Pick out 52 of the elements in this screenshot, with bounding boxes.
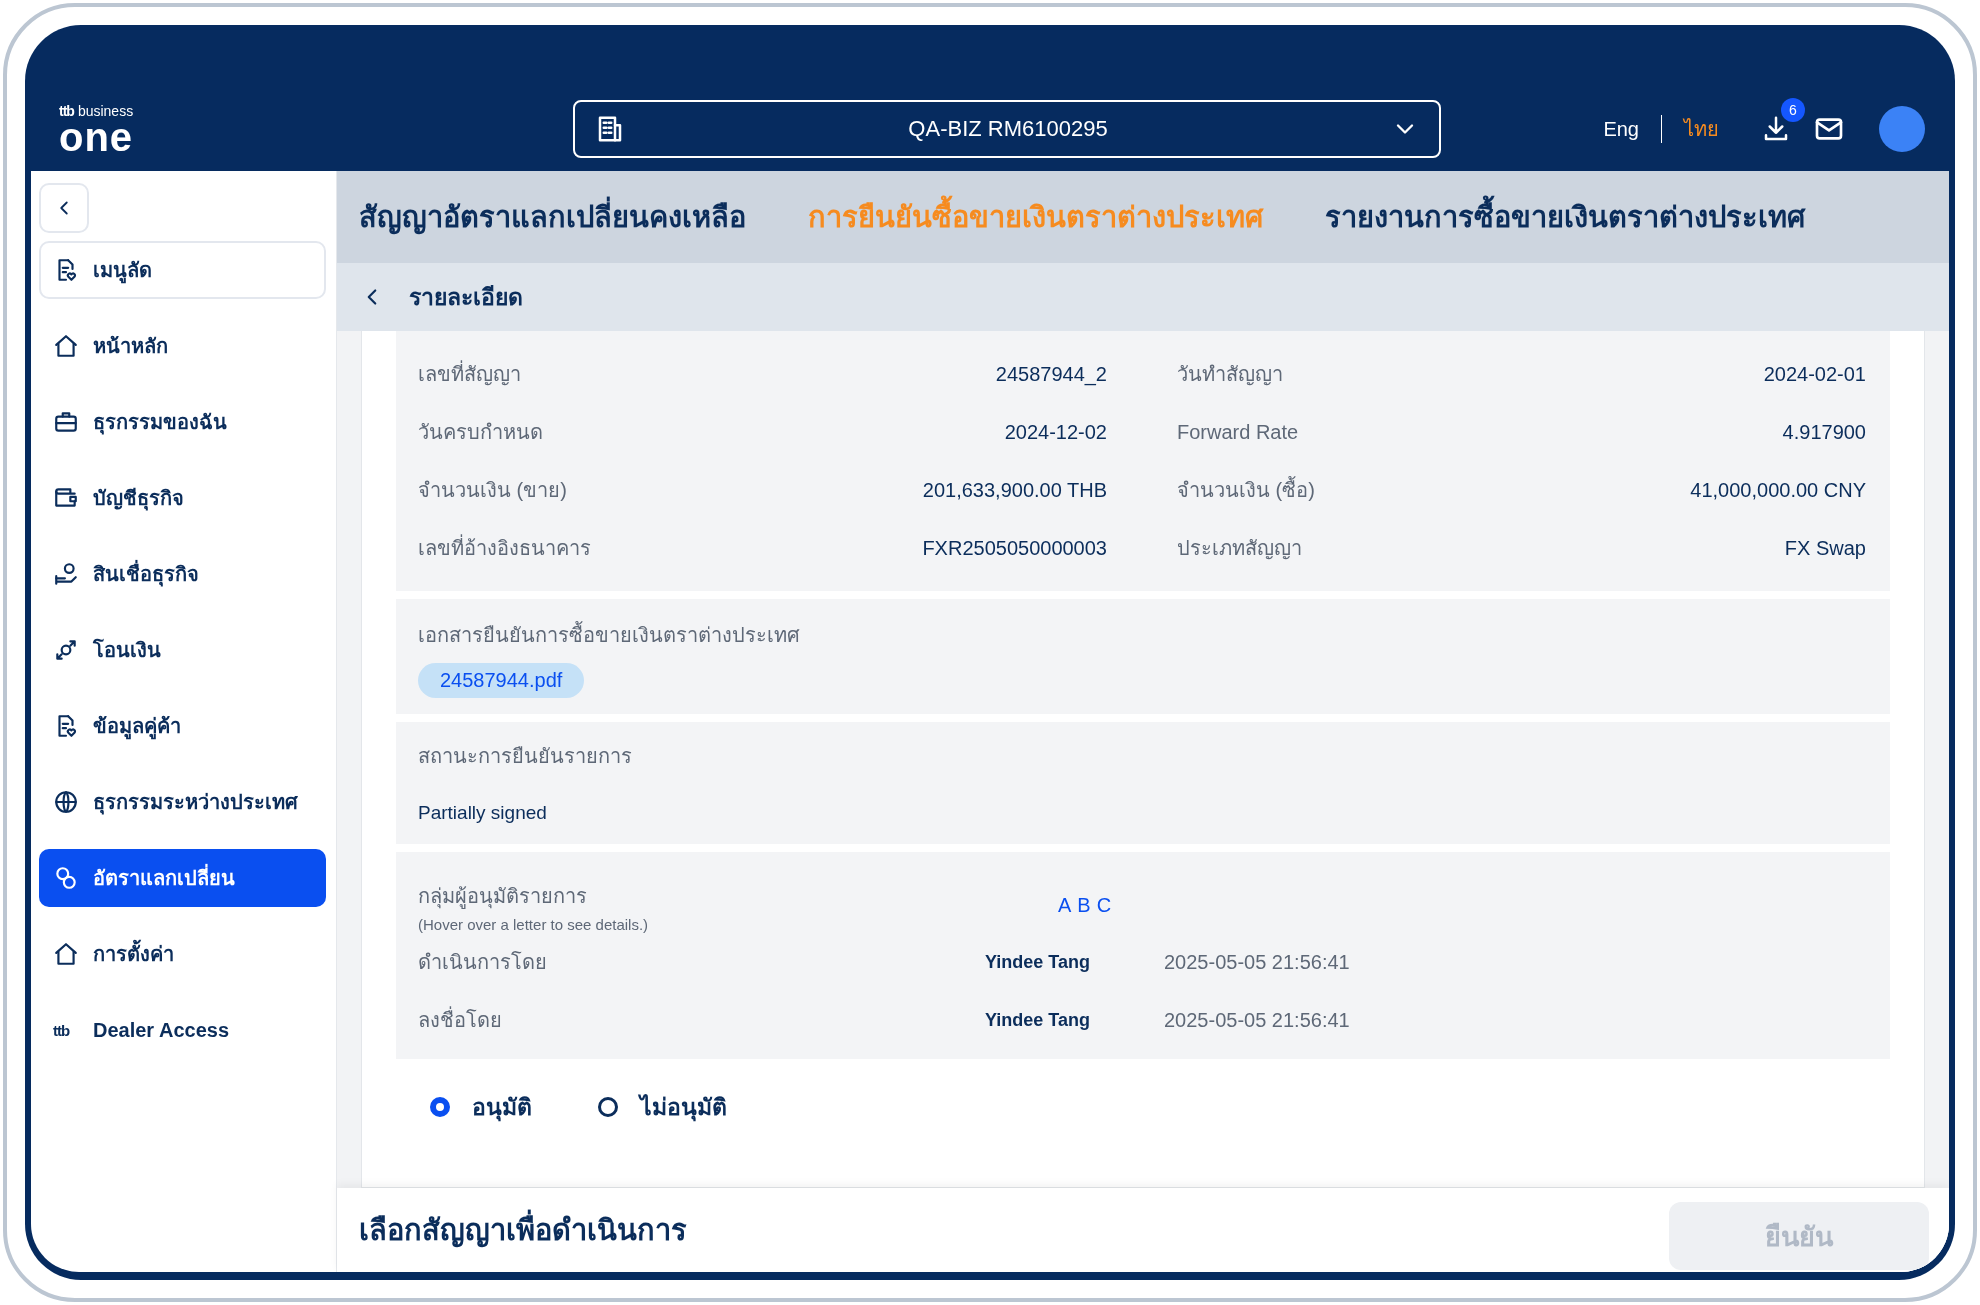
language-option[interactable]: ไทย bbox=[1684, 113, 1719, 145]
hint-text: (Hover over a letter to see details.) bbox=[418, 916, 649, 933]
coin-hand-icon bbox=[53, 561, 79, 587]
field-label: จำนวนเงิน (ขาย) bbox=[418, 478, 567, 503]
field-label: ประเภทสัญญา bbox=[1177, 536, 1302, 562]
briefcase-icon bbox=[53, 409, 79, 435]
field-value: 201,633,900.00 THB bbox=[922, 478, 1107, 502]
field-label: สถานะการยืนยันรายการ bbox=[418, 744, 633, 769]
brand-logo: ttb business one bbox=[59, 103, 135, 155]
avatar-icon[interactable] bbox=[1879, 106, 1925, 152]
status-value: Partially signed bbox=[418, 802, 548, 824]
field-value: 41,000,000.00 CNY bbox=[1690, 478, 1866, 502]
field-label: ลงชื่อโดย bbox=[418, 1004, 978, 1036]
currency-exchange-icon bbox=[53, 865, 79, 891]
language-option[interactable]: Eng bbox=[1603, 117, 1639, 141]
field-value: 4.917900 bbox=[1782, 420, 1866, 444]
file-link[interactable]: 24587944.pdf bbox=[418, 663, 585, 698]
home-icon bbox=[53, 941, 79, 967]
person-name: Yindee Tang bbox=[984, 1009, 1090, 1031]
approver-letter[interactable]: A bbox=[1058, 894, 1072, 917]
count-badge: 6 bbox=[1781, 98, 1805, 122]
person-name: Yindee Tang bbox=[984, 951, 1090, 973]
field-value: FX Swap bbox=[1784, 536, 1866, 560]
account-selector[interactable]: QA-BIZ RM6100295 bbox=[573, 100, 1441, 158]
home-icon bbox=[53, 333, 79, 359]
footer-title: เลือกสัญญาเพื่อดำเนินการ bbox=[359, 1207, 687, 1253]
field-label: Forward Rate bbox=[1177, 420, 1299, 444]
approver-letter[interactable]: B bbox=[1077, 894, 1091, 917]
field-label: เลขที่สัญญา bbox=[418, 358, 521, 390]
radio-option[interactable]: อนุมัติ bbox=[430, 1089, 532, 1125]
field-label: เอกสารยืนยันการซื้อขายเงินตราต่างประเทศ bbox=[418, 619, 1866, 651]
field-value: 24587944_2 bbox=[995, 362, 1107, 386]
field-label: กลุ่มผู้อนุมัติรายการ bbox=[418, 884, 587, 911]
field-value: 2024-12-02 bbox=[1004, 420, 1107, 444]
timestamp: 2025-05-05 21:56:41 bbox=[1164, 1008, 1350, 1032]
sidebar-item[interactable]: อัตราแลกเปลี่ยน bbox=[39, 849, 326, 907]
field-label: จำนวนเงิน (ซื้อ) bbox=[1177, 474, 1315, 506]
globe-icon bbox=[53, 789, 79, 815]
field-value: FXR2505050000003 bbox=[922, 536, 1107, 560]
coin-arrows-icon bbox=[53, 637, 79, 663]
sidebar-item[interactable]: เมนูลัด bbox=[39, 241, 326, 299]
field-label: เลขที่อ้างอิงธนาคาร bbox=[418, 532, 591, 564]
field-value: 2024-02-01 bbox=[1763, 362, 1866, 386]
field-label: ดำเนินการโดย bbox=[418, 950, 548, 975]
timestamp: 2025-05-05 21:56:41 bbox=[1164, 950, 1350, 974]
field-label: วันครบกำหนด bbox=[418, 420, 543, 445]
page-title: รายละเอียด bbox=[409, 283, 523, 312]
approver-letter[interactable]: C bbox=[1096, 894, 1112, 917]
tab[interactable]: รายงานการซื้อขายเงินตราต่างประเทศ bbox=[1325, 194, 1805, 240]
radio-option[interactable]: ไม่อนุมัติ bbox=[598, 1089, 727, 1125]
tab[interactable]: สัญญาอัตราแลกเปลี่ยนคงเหลือ bbox=[359, 194, 746, 240]
field-label: วันทำสัญญา bbox=[1177, 362, 1283, 388]
